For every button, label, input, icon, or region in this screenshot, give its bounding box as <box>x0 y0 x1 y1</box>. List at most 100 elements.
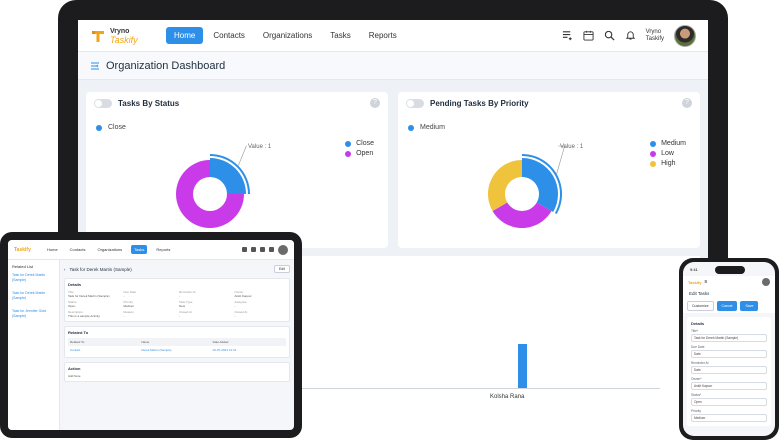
detail-field: Due Date - <box>124 290 176 298</box>
nav-link-organizations[interactable]: Organizations <box>255 27 320 44</box>
card-toggle[interactable] <box>406 98 424 108</box>
sidebar-item[interactable]: Task for Derek Martin (Sample) <box>12 273 55 283</box>
tablet-screen: Taskify Home Contacts Organizations Task… <box>8 240 294 430</box>
tablet-nav-tasks[interactable]: Tasks <box>131 245 148 254</box>
slice-high[interactable] <box>488 160 522 211</box>
legend-label: Open <box>356 150 374 157</box>
edit-button[interactable]: Edit <box>273 265 290 273</box>
detail-value: - <box>179 294 180 298</box>
add-note-label[interactable]: Add Note <box>68 374 286 378</box>
related-table-header: Related To Name Date Added <box>68 338 286 346</box>
cell: 02-07-2024 12:31 <box>212 348 237 352</box>
selected-segment: Close <box>96 124 126 131</box>
tablet-brand[interactable]: Taskify <box>14 247 38 253</box>
slice-low[interactable] <box>492 202 552 229</box>
legend-swatch <box>650 140 657 147</box>
nav-link-home[interactable]: Home <box>166 27 204 44</box>
detail-field: Status Open <box>68 300 120 308</box>
donut-chart-status[interactable]: Value : 1 <box>176 132 306 242</box>
sidebar-item[interactable]: Task for Derek Martin (Sample) <box>12 291 55 301</box>
tablet-frame: Taskify Home Contacts Organizations Task… <box>0 232 302 438</box>
table-row[interactable]: Contact Derek Martin (Sample) 02-07-2024… <box>68 346 286 354</box>
legend-item-low[interactable]: Low <box>650 150 686 157</box>
nav-link-reports[interactable]: Reports <box>361 27 405 44</box>
logo-mark-icon <box>92 30 104 42</box>
scene: Vryno Taskify Home Contacts Organization… <box>0 0 780 440</box>
save-button[interactable]: Save <box>740 301 759 311</box>
phone-page-title: Edit Tasks <box>683 288 775 299</box>
bell-icon[interactable] <box>625 30 636 41</box>
brand-text: Vryno Taskify <box>110 28 138 45</box>
phone-frame: 9:41 Taskify ≡ Edit Tasks Customize Canc… <box>679 258 779 440</box>
bell-icon[interactable] <box>269 247 274 252</box>
field-input[interactable]: Medium <box>691 414 767 422</box>
card-header: Pending Tasks By Priority <box>398 92 700 114</box>
field-input[interactable]: Date <box>691 350 767 358</box>
menu-collapse-icon[interactable] <box>90 61 100 71</box>
slice-close[interactable] <box>210 158 246 194</box>
field-input[interactable]: Task for Derek Martin (Sample) <box>691 334 767 342</box>
detail-value: - <box>179 314 180 318</box>
hamburger-icon[interactable]: ≡ <box>705 279 708 285</box>
tablet-nav-contacts[interactable]: Contacts <box>67 245 89 254</box>
sidebar-item[interactable]: Task for Jennifer Gold (Sample) <box>12 309 55 319</box>
phone-brand[interactable]: Taskify <box>688 280 702 285</box>
tablet-main: ‹ Task for Derek Martin (Sample) Edit De… <box>64 264 290 430</box>
search-icon[interactable] <box>604 30 615 41</box>
field-input[interactable]: Open <box>691 398 767 406</box>
legend-item-close[interactable]: Close <box>345 140 374 147</box>
field-label: Priority <box>691 409 701 413</box>
brand-logo[interactable]: Vryno Taskify <box>90 28 160 44</box>
col-header: Date Added <box>212 340 229 344</box>
help-icon[interactable]: ? <box>682 98 692 108</box>
detail-label: Assignee <box>234 300 247 304</box>
task-list-icon[interactable] <box>242 247 247 252</box>
field-label: Reminder At <box>691 361 709 365</box>
field-input[interactable]: Ankit Kapoor <box>691 382 767 390</box>
legend-item-open[interactable]: Open <box>345 150 374 157</box>
avatar[interactable] <box>762 278 770 286</box>
tablet-nav-reports[interactable]: Reports <box>153 245 173 254</box>
legend-item-high[interactable]: High <box>650 160 686 167</box>
field-label: Due Date <box>691 345 705 349</box>
donut-chart-priority[interactable]: Value : 1 <box>488 132 618 242</box>
nav-link-tasks[interactable]: Tasks <box>322 27 358 44</box>
detail-value: New <box>179 304 186 308</box>
tablet-nav-home[interactable]: Home <box>44 245 61 254</box>
search-icon[interactable] <box>260 247 265 252</box>
card-title: Pending Tasks By Priority <box>430 98 529 108</box>
help-icon[interactable]: ? <box>370 98 380 108</box>
card-toggle[interactable] <box>94 98 112 108</box>
cell[interactable]: Derek Martin (Sample) <box>141 348 212 352</box>
avatar[interactable] <box>674 24 696 47</box>
nav-link-contacts[interactable]: Contacts <box>205 27 253 44</box>
detail-label: Reminder At <box>179 290 196 294</box>
phone-nav: Taskify ≡ <box>683 276 775 288</box>
tablet-nav-organizations[interactable]: Organizations <box>94 245 125 254</box>
calendar-icon[interactable] <box>251 247 256 252</box>
calendar-icon[interactable] <box>583 30 594 41</box>
detail-field: Reminder At - <box>179 290 231 298</box>
slice-medium[interactable] <box>522 158 558 212</box>
card-title: Tasks By Status <box>118 98 180 108</box>
back-icon[interactable]: ‹ <box>64 267 66 272</box>
action-box: Action Add Note <box>64 362 290 382</box>
details-grid: Title Task for Derek Martin (Sample) Due D… <box>68 290 286 318</box>
cancel-button[interactable]: Cancel <box>716 301 738 311</box>
tooltip-leader-line <box>238 145 247 166</box>
card-tasks-by-status: Tasks By Status ? Close Value : 1 Close … <box>86 92 388 248</box>
customize-button[interactable]: Customize <box>687 301 714 311</box>
bar-kolsha-rana[interactable] <box>518 344 527 388</box>
top-nav: Vryno Taskify Home Contacts Organization… <box>78 20 708 52</box>
card-pending-by-priority: Pending Tasks By Priority ? Medium Value… <box>398 92 700 248</box>
detail-label: Closed At <box>234 310 248 314</box>
detail-field: Description This is a sample Activity <box>68 310 120 318</box>
field-label: Owner* <box>691 377 702 381</box>
x-tick-label: Kolsha Rana <box>490 394 525 400</box>
task-list-icon[interactable] <box>562 30 573 41</box>
avatar[interactable] <box>278 244 288 255</box>
field-input[interactable]: Date <box>691 366 767 374</box>
related-title: Related To <box>68 330 89 335</box>
legend-item-medium[interactable]: Medium <box>650 140 686 147</box>
detail-label: Task Type <box>179 300 193 304</box>
